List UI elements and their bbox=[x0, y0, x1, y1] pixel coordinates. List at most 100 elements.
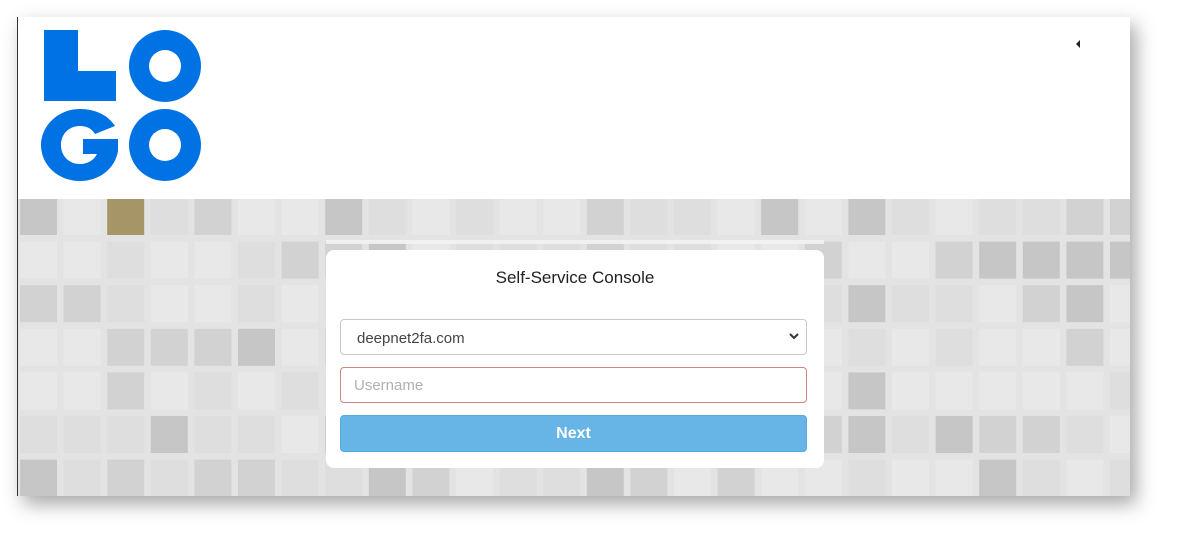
mosaic-tile bbox=[935, 459, 973, 496]
mosaic-tile bbox=[63, 416, 101, 453]
mosaic-tile bbox=[63, 241, 101, 279]
logo bbox=[41, 30, 201, 181]
mosaic-tile bbox=[194, 199, 232, 235]
mosaic-tile bbox=[150, 285, 188, 323]
mosaic-tile bbox=[848, 459, 886, 496]
mosaic-tile bbox=[935, 285, 973, 323]
mosaic-tile bbox=[281, 416, 319, 453]
mosaic-tile bbox=[1066, 459, 1104, 496]
mosaic-tile bbox=[892, 328, 929, 366]
mosaic-tile bbox=[935, 199, 973, 235]
domain-select[interactable]: deepnet2fa.com bbox=[340, 319, 807, 355]
mosaic-tile bbox=[20, 285, 57, 323]
mosaic-tile bbox=[1022, 328, 1060, 366]
mosaic-tile bbox=[150, 199, 188, 235]
mosaic-tile bbox=[107, 285, 145, 323]
mosaic-tile bbox=[412, 199, 450, 235]
mosaic-tile bbox=[107, 328, 145, 366]
browser-window: Self-Service Console deepnet2fa.com Next bbox=[17, 17, 1130, 496]
mosaic-tile bbox=[1110, 285, 1130, 323]
mosaic-tile bbox=[979, 285, 1017, 323]
mosaic-tile bbox=[1110, 199, 1130, 235]
mosaic-tile bbox=[935, 416, 973, 453]
mosaic-tile bbox=[1110, 459, 1130, 496]
mosaic-tile bbox=[20, 416, 57, 453]
mosaic-tile bbox=[281, 199, 319, 235]
caret-left-icon[interactable] bbox=[1076, 40, 1080, 48]
mosaic-tile bbox=[1066, 285, 1104, 323]
mosaic-tile bbox=[979, 241, 1017, 279]
mosaic-tile bbox=[150, 241, 188, 279]
mosaic-tile bbox=[935, 241, 973, 279]
mosaic-tile bbox=[238, 285, 275, 323]
mosaic-tile bbox=[20, 241, 57, 279]
mosaic-tile bbox=[674, 199, 711, 235]
mosaic-tile bbox=[194, 459, 232, 496]
mosaic-tile bbox=[979, 199, 1017, 235]
mosaic-tile bbox=[848, 416, 886, 453]
mosaic-tile bbox=[1022, 199, 1060, 235]
mosaic-tile bbox=[892, 241, 929, 279]
mosaic-tile bbox=[20, 459, 57, 496]
mosaic-tile bbox=[107, 372, 145, 410]
mosaic-tile bbox=[63, 285, 101, 323]
mosaic-tile bbox=[892, 459, 929, 496]
mosaic-tile bbox=[150, 459, 188, 496]
mosaic-tile bbox=[1022, 372, 1060, 410]
mosaic-tile bbox=[1022, 285, 1060, 323]
mosaic-tile bbox=[150, 372, 188, 410]
mosaic-tile bbox=[804, 199, 842, 235]
mosaic-tile bbox=[848, 372, 886, 410]
mosaic-tile bbox=[238, 416, 275, 453]
mosaic-tile bbox=[107, 459, 145, 496]
mosaic-tile bbox=[630, 199, 668, 235]
mosaic-tile bbox=[892, 416, 929, 453]
mosaic-tile bbox=[892, 372, 929, 410]
mosaic-tile bbox=[848, 285, 886, 323]
mosaic-tile bbox=[848, 328, 886, 366]
mosaic-tile bbox=[63, 199, 101, 235]
mosaic-tile bbox=[1066, 416, 1104, 453]
mosaic-tile bbox=[979, 416, 1017, 453]
mosaic-tile bbox=[1110, 328, 1130, 366]
window-left-border bbox=[17, 17, 18, 496]
mosaic-tile bbox=[1110, 241, 1130, 279]
mosaic-tile bbox=[1022, 416, 1060, 453]
mosaic-tile bbox=[281, 328, 319, 366]
chevron-down-icon bbox=[789, 333, 799, 340]
mosaic-tile bbox=[238, 241, 275, 279]
mosaic-tile bbox=[281, 285, 319, 323]
mosaic-tile bbox=[543, 199, 581, 235]
domain-select-value: deepnet2fa.com bbox=[357, 330, 465, 347]
mosaic-tile bbox=[150, 416, 188, 453]
mosaic-tile bbox=[717, 199, 755, 235]
mosaic-tile bbox=[281, 241, 319, 279]
mosaic-tile bbox=[107, 241, 145, 279]
mosaic-tile bbox=[238, 328, 275, 366]
mosaic-tile bbox=[20, 328, 57, 366]
mosaic-tile bbox=[1110, 416, 1130, 453]
mosaic-tile bbox=[63, 459, 101, 496]
mosaic-tile bbox=[368, 199, 406, 235]
mosaic-tile bbox=[194, 416, 232, 453]
page-title: Self-Service Console bbox=[495, 268, 655, 287]
mosaic-tile bbox=[238, 199, 275, 235]
mosaic-tile bbox=[935, 328, 973, 366]
mosaic-tile bbox=[1022, 459, 1060, 496]
mosaic-tile bbox=[63, 372, 101, 410]
mosaic-tile bbox=[1110, 372, 1130, 410]
mosaic-tile bbox=[1022, 241, 1060, 279]
mosaic-tile bbox=[499, 199, 537, 235]
mosaic-tile bbox=[63, 328, 101, 366]
mosaic-tile bbox=[1066, 328, 1104, 366]
mosaic-tile bbox=[281, 459, 319, 496]
mosaic-tile bbox=[979, 328, 1017, 366]
mosaic-tile bbox=[238, 372, 275, 410]
mosaic-tile bbox=[1066, 372, 1104, 410]
next-button[interactable]: Next bbox=[340, 415, 807, 452]
mosaic-tile bbox=[194, 328, 232, 366]
mosaic-tile bbox=[238, 459, 275, 496]
mosaic-tile bbox=[1066, 199, 1104, 235]
username-input[interactable] bbox=[340, 367, 807, 403]
mosaic-tile bbox=[20, 199, 57, 235]
